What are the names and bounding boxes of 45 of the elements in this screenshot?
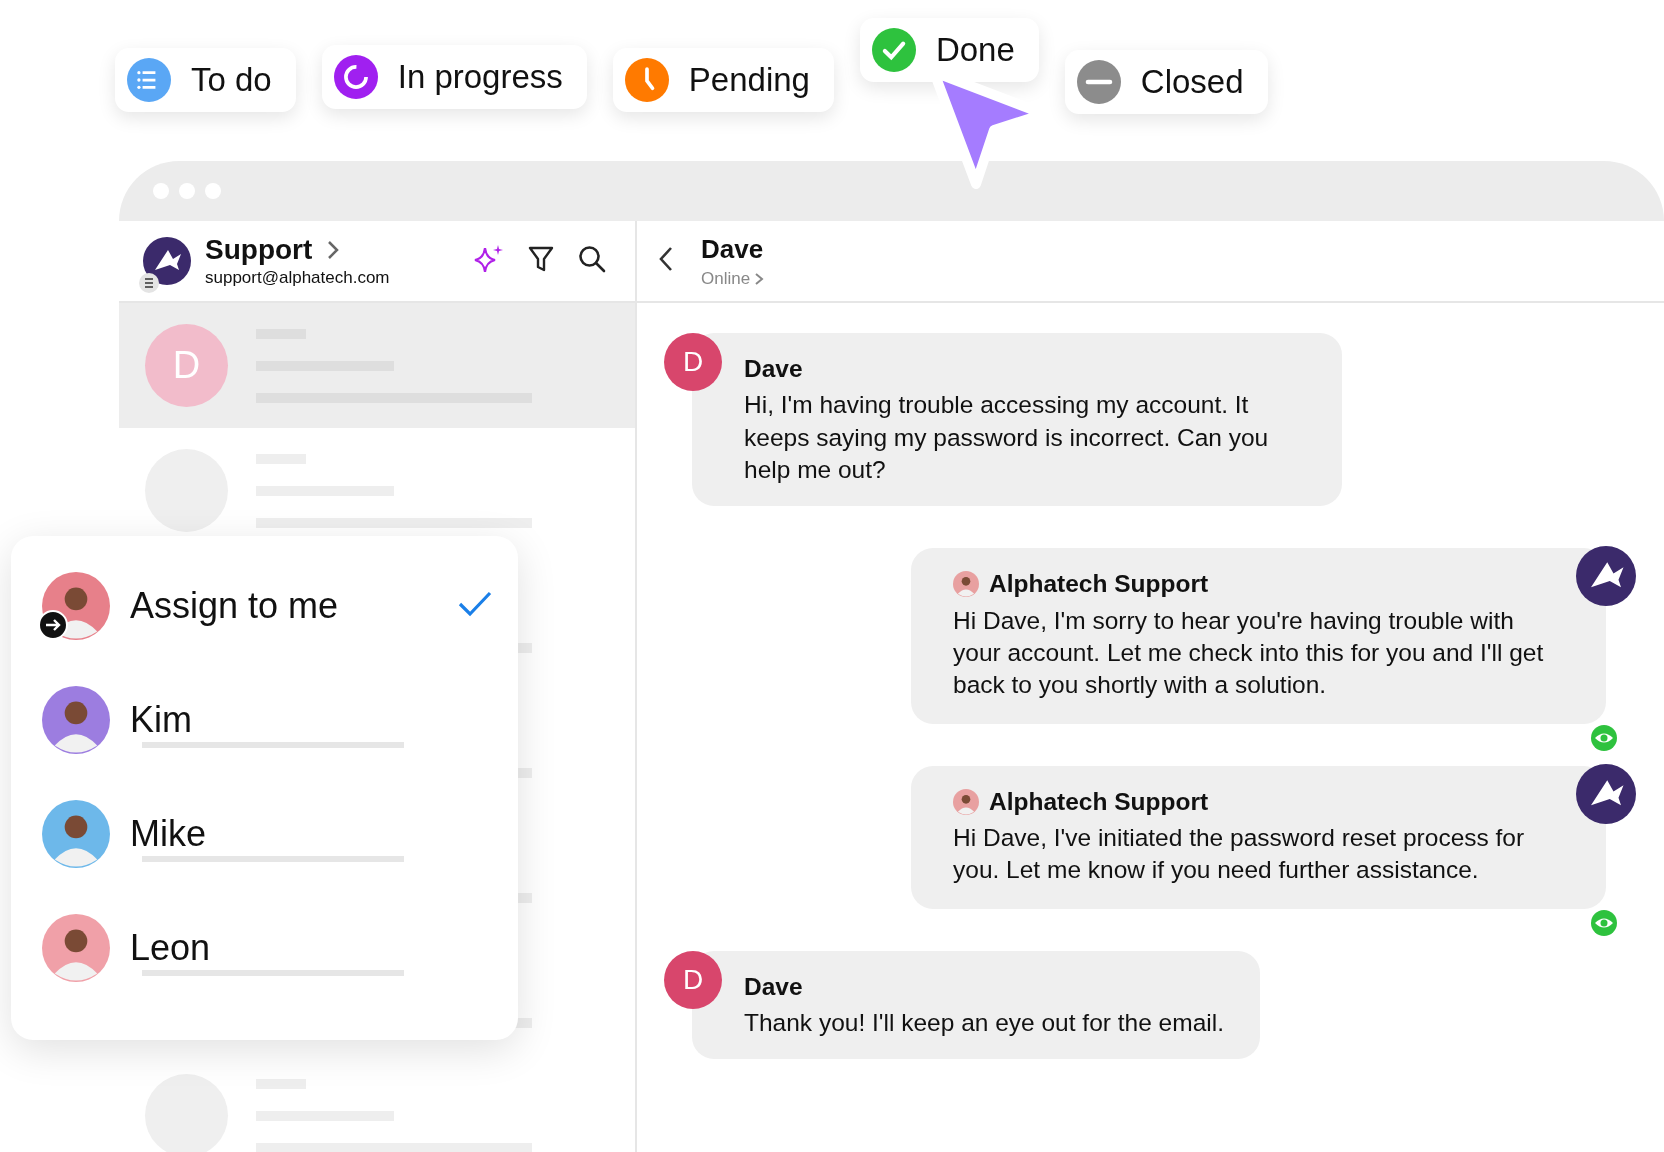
agent-avatar [42,686,110,754]
status-label: In progress [397,58,563,96]
assign-option[interactable]: Leon [42,914,518,982]
sender-name: Alphatech Support [989,786,1209,817]
status-label: Done [935,31,1015,69]
message-text: Thank you! I'll keep an eye out for the email. [744,1007,1224,1038]
status-chip[interactable]: Closed [1064,50,1268,114]
status-label: Closed [1140,63,1244,101]
avatar: D [664,333,722,391]
agent-avatar [953,571,979,598]
menu-badge-icon [139,273,159,293]
message-text: Hi Dave, I've initiated the password reset process for you. Let me know if you need further assistance. [953,822,1526,886]
avatar: D [664,950,722,1009]
contact-name: Dave [701,233,765,265]
agent-avatar [953,788,979,815]
message-text: Hi Dave, I'm sorry to hear you're having trouble with your account. Let me check into this for you and I'll get back to you shortly with a solution. [953,605,1545,701]
assign-option[interactable]: Mike [42,800,518,868]
assign-option[interactable]: Kim [42,686,518,754]
brand-logo [1576,546,1636,607]
sender-name: Dave [744,354,803,384]
status-label: Pending [688,61,810,99]
assignee-name: Assign to me [130,588,339,624]
avatar: D [145,324,228,407]
inbox-email: support@alphatech.com [205,268,390,288]
inbox-name[interactable]: Support [205,234,313,266]
sender-name: Dave [744,971,803,1002]
assignee-name: Leon [130,930,211,966]
status-chip[interactable]: Done [859,18,1039,82]
message-text: Hi, I'm having trouble accessing my account. It keeps saying my password is incorrect. Can you help me out? [744,390,1270,485]
arrow-badge-icon [38,610,68,640]
assignee-name: Mike [130,816,206,852]
sender-name: Alphatech Support [989,569,1209,600]
chevron-right-icon [754,271,765,286]
agent-avatar [42,800,110,868]
status-label: To do [191,61,272,99]
brand-logo [143,237,191,285]
brand-logo [1576,763,1636,824]
status-chip[interactable]: Pending [612,48,834,112]
assignee-name: Kim [130,702,192,738]
chevron-right-icon [326,239,341,261]
contact-status[interactable]: Online [701,268,751,289]
assign-option[interactable]: Assign to me [42,572,518,640]
agent-avatar [42,914,110,982]
status-chip[interactable]: In progress [321,45,587,109]
status-chip[interactable]: To do [115,48,296,112]
